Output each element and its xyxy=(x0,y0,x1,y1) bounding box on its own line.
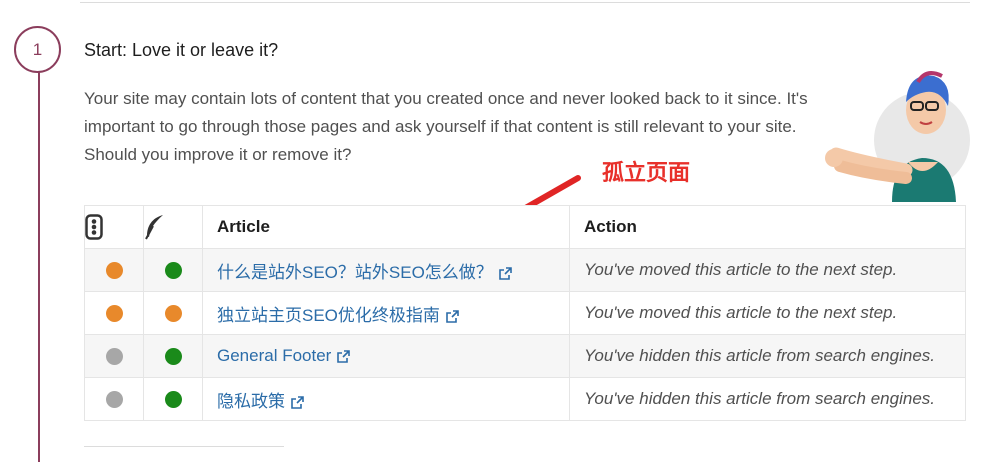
action-text: You've hidden this article from search e… xyxy=(584,346,935,365)
article-link[interactable]: 隐私政策 xyxy=(217,392,285,411)
action-column-header: Action xyxy=(569,205,966,249)
article-link[interactable]: 什么是站外SEO？站外SEO怎么做？ xyxy=(217,263,493,282)
readability-status-dot xyxy=(164,262,182,280)
step-number: 1 xyxy=(32,39,43,59)
articles-table: Article Action 什么是站外SEO？站外SEO怎么做？ You've… xyxy=(84,205,966,421)
external-link-icon[interactable] xyxy=(499,266,512,280)
external-link-icon[interactable] xyxy=(291,395,304,409)
seo-status-dot xyxy=(105,348,123,366)
seo-score-cell xyxy=(84,377,144,421)
seo-status-dot xyxy=(105,391,123,409)
table-header-row: Article Action xyxy=(84,205,966,249)
traffic-light-icon xyxy=(85,214,103,240)
table-row: 隐私政策 You've hidden this article from sea… xyxy=(84,377,966,421)
step-description: Your site may contain lots of content th… xyxy=(84,89,808,164)
readability-status-dot xyxy=(164,391,182,409)
readability-header[interactable] xyxy=(143,205,203,249)
table-row: 什么是站外SEO？站外SEO怎么做？ You've moved this art… xyxy=(84,248,966,292)
seo-score-cell xyxy=(84,291,144,335)
article-column-header: Article xyxy=(202,205,570,249)
stretching-woman-illustration xyxy=(825,71,970,202)
article-cell: General Footer xyxy=(202,334,570,378)
timeline-line xyxy=(38,72,40,462)
article-link[interactable]: 独立站主页SEO优化终极指南 xyxy=(217,306,440,325)
article-cell: 独立站主页SEO优化终极指南 xyxy=(202,291,570,335)
seo-score-cell xyxy=(84,248,144,292)
action-text: You've moved this article to the next st… xyxy=(584,303,898,322)
feather-icon xyxy=(145,215,163,240)
top-divider xyxy=(80,2,970,3)
readability-cell xyxy=(143,291,203,335)
seo-score-cell xyxy=(84,334,144,378)
seo-status-dot xyxy=(105,262,123,280)
article-cell: 隐私政策 xyxy=(202,377,570,421)
external-link-icon[interactable] xyxy=(446,309,459,323)
table-row: General Footer You've hidden this articl… xyxy=(84,334,966,378)
bottom-divider xyxy=(84,446,284,447)
seo-score-header[interactable] xyxy=(84,205,144,249)
step-title: Start: Love it or leave it? xyxy=(84,40,279,60)
action-cell: You've moved this article to the next st… xyxy=(569,291,966,335)
action-cell: You've moved this article to the next st… xyxy=(569,248,966,292)
readability-status-dot xyxy=(164,305,182,323)
action-text: You've moved this article to the next st… xyxy=(584,260,898,279)
seo-status-dot xyxy=(105,305,123,323)
readability-cell xyxy=(143,334,203,378)
action-cell: You've hidden this article from search e… xyxy=(569,334,966,378)
readability-cell xyxy=(143,377,203,421)
readability-cell xyxy=(143,248,203,292)
step-number-badge: 1 xyxy=(14,26,61,73)
article-link[interactable]: General Footer xyxy=(217,346,331,365)
annotation-label: 孤立页面 xyxy=(602,161,691,186)
article-cell: 什么是站外SEO？站外SEO怎么做？ xyxy=(202,248,570,292)
external-link-icon[interactable] xyxy=(337,350,351,363)
action-cell: You've hidden this article from search e… xyxy=(569,377,966,421)
table-row: 独立站主页SEO优化终极指南 You've moved this article… xyxy=(84,291,966,335)
readability-status-dot xyxy=(164,348,182,366)
action-text: You've hidden this article from search e… xyxy=(584,389,935,408)
